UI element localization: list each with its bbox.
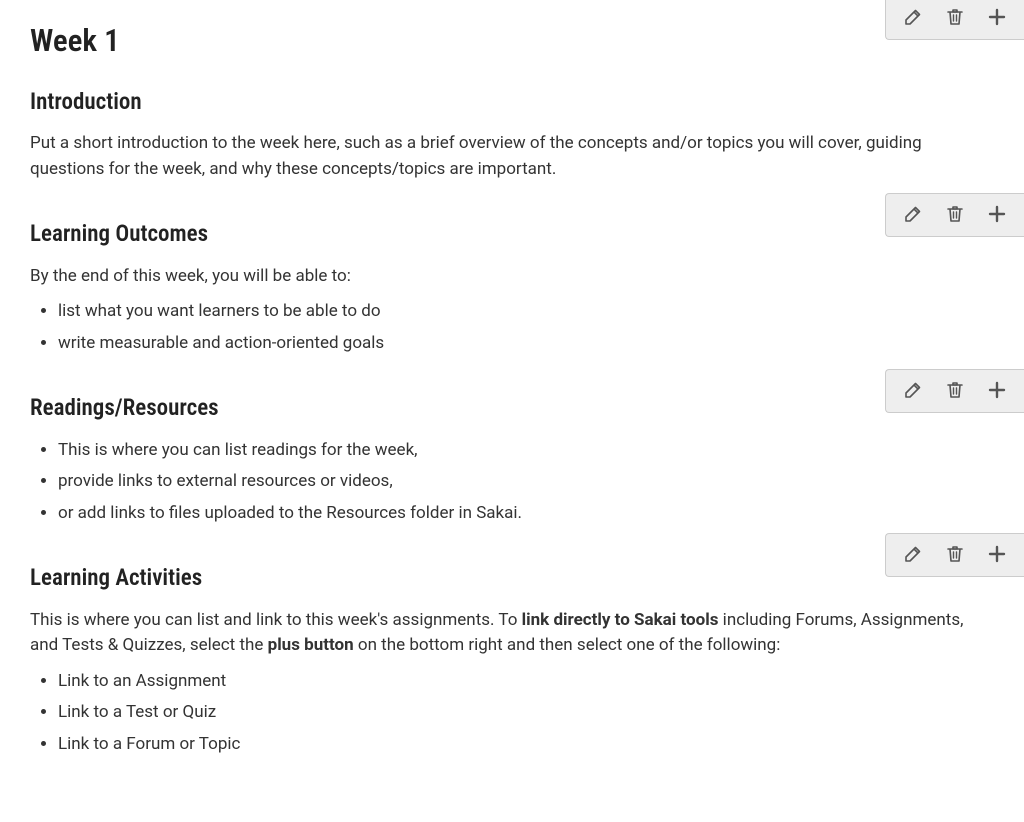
trash-icon <box>945 7 965 30</box>
list-item: provide links to external resources or v… <box>58 469 994 495</box>
list-item: or add links to files uploaded to the Re… <box>58 501 994 527</box>
add-button[interactable] <box>976 540 1018 570</box>
list-item: Link to a Test or Quiz <box>58 700 994 726</box>
list-item: list what you want learners to be able t… <box>58 299 994 325</box>
plus-icon <box>987 544 1007 567</box>
section-toolbar <box>885 369 1024 413</box>
text-span: This is where you can list and link to t… <box>30 610 522 630</box>
section-learning-outcomes: Learning Outcomes By the end of this wee… <box>30 217 994 356</box>
bold-text: link directly to Sakai tools <box>522 610 719 630</box>
list-item: Link to a Forum or Topic <box>58 732 994 758</box>
plus-icon <box>987 204 1007 227</box>
readings-list: This is where you can list readings for … <box>30 438 994 527</box>
section-heading-activities: Learning Activities <box>30 561 994 596</box>
plus-icon <box>987 380 1007 403</box>
edit-icon <box>903 380 923 403</box>
section-heading-outcomes: Learning Outcomes <box>30 217 994 252</box>
delete-button[interactable] <box>934 3 976 33</box>
list-item: write measurable and action-oriented goa… <box>58 331 994 357</box>
list-item: Link to an Assignment <box>58 669 994 695</box>
delete-button[interactable] <box>934 376 976 406</box>
introduction-body: Put a short introduction to the week her… <box>30 131 994 182</box>
outcomes-intro: By the end of this week, you will be abl… <box>30 264 994 290</box>
edit-icon <box>903 204 923 227</box>
trash-icon <box>945 204 965 227</box>
section-heading-introduction: Introduction <box>30 85 994 120</box>
section-toolbar <box>885 533 1024 577</box>
edit-button[interactable] <box>892 3 934 33</box>
text-span: on the bottom right and then select one … <box>354 635 781 655</box>
edit-button[interactable] <box>892 200 934 230</box>
add-button[interactable] <box>976 376 1018 406</box>
edit-icon <box>903 544 923 567</box>
add-button[interactable] <box>976 200 1018 230</box>
trash-icon <box>945 544 965 567</box>
delete-button[interactable] <box>934 200 976 230</box>
delete-button[interactable] <box>934 540 976 570</box>
bold-text: plus button <box>268 635 354 655</box>
page-title: Week 1 <box>30 18 994 65</box>
add-button[interactable] <box>976 3 1018 33</box>
activities-intro: This is where you can list and link to t… <box>30 608 994 659</box>
outcomes-list: list what you want learners to be able t… <box>30 299 994 356</box>
section-introduction: Week 1 Introduction Put a short introduc… <box>30 18 994 182</box>
section-readings: Readings/Resources This is where you can… <box>30 391 994 526</box>
section-learning-activities: Learning Activities This is where you ca… <box>30 561 994 757</box>
list-item: This is where you can list readings for … <box>58 438 994 464</box>
edit-button[interactable] <box>892 540 934 570</box>
activities-list: Link to an Assignment Link to a Test or … <box>30 669 994 758</box>
trash-icon <box>945 380 965 403</box>
edit-icon <box>903 7 923 30</box>
edit-button[interactable] <box>892 376 934 406</box>
section-heading-readings: Readings/Resources <box>30 391 994 426</box>
plus-icon <box>987 7 1007 30</box>
section-toolbar <box>885 0 1024 40</box>
section-toolbar <box>885 193 1024 237</box>
